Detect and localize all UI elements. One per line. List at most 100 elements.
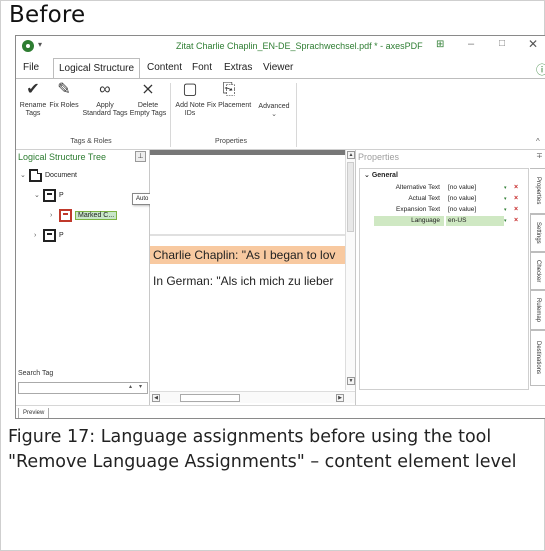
property-value[interactable]: [no value] [446,205,504,215]
auto-hide-pin-icon[interactable]: ⊥ [135,151,146,162]
search-previous-icon[interactable]: ▴ [129,383,132,390]
remove-icon[interactable]: × [514,183,518,193]
rename-tags-button[interactable]: ✔ Rename Tags [18,81,48,118]
quick-access-dropdown-icon[interactable]: ▾ [38,40,42,49]
add-note-ids-button[interactable]: ▢ Add Note IDs [172,81,208,118]
add-note-ids-icon: ▢ [182,81,198,98]
panel-title: Logical Structure Tree [18,152,107,162]
property-group-label: General [371,172,398,179]
menu-font[interactable]: Font [187,58,217,78]
group-label-properties: Properties [215,138,247,145]
scroll-up-icon[interactable]: ▲ [347,151,355,159]
dropdown-icon[interactable]: ▾ [504,183,507,193]
vertical-scrollbar[interactable]: ▲ ▼ [345,150,355,390]
paragraph-tag-icon [43,188,56,202]
delete-empty-tags-button[interactable]: ⨯ Delete Empty Tags [128,81,168,118]
add-note-ids-label: Add Note IDs [175,102,205,117]
tree-node-label: Document [45,172,77,179]
tab-rulemap[interactable]: Rulemap [530,290,545,330]
search-tag-input[interactable]: ▴ ▾ [18,382,148,394]
help-icon[interactable]: ⓘ [536,61,545,78]
tree-node-p[interactable]: ⌄ P [34,188,64,204]
property-row-alternative-text[interactable]: Alternative Text [no value] ▾ × [374,183,528,193]
tree-node-document[interactable]: ⌄ Document [20,168,77,184]
tab-settings[interactable]: Settings [530,214,545,252]
chevron-right-icon[interactable]: › [50,208,59,224]
minimize-button[interactable]: – [468,38,474,50]
rename-tags-icon: ✔ [26,81,40,98]
fix-roles-button[interactable]: ✎ Fix Roles [48,81,80,110]
property-value[interactable]: [no value] [446,183,504,193]
property-name: Language [374,216,444,226]
status-bar: Preview [16,405,545,418]
group-label-tags-roles: Tags & Roles [70,138,112,145]
window-title: Zitat Charlie Chaplin_EN-DE_Sprachwechse… [176,41,423,51]
menu-content[interactable]: Content [142,58,187,78]
tab-destinations[interactable]: Destinations [530,330,545,386]
maximize-button[interactable]: □ [499,38,505,49]
chevron-down-icon[interactable]: ⌄ [34,188,43,204]
tab-properties[interactable]: Properties [530,168,545,214]
property-grid: ⌄ General Alternative Text [no value] ▾ … [359,168,529,390]
property-row-expansion-text[interactable]: Expansion Text [no value] ▾ × [374,205,528,215]
apply-standard-tags-button[interactable]: ∞ Apply Standard Tags [82,81,128,118]
tree-node-marked-content[interactable]: › Marked C... [50,208,118,224]
chevron-right-icon[interactable]: › [34,228,43,244]
property-group-general[interactable]: ⌄ General [364,171,398,179]
tab-preview[interactable]: Preview [18,408,50,418]
chevron-down-icon[interactable]: ⌄ [20,168,29,184]
close-button[interactable]: ✕ [528,37,538,51]
document-view: Charlie Chaplin: "As I began to lov In G… [150,150,355,405]
horizontal-scroll-thumb[interactable] [180,394,240,402]
advanced-label: Advanced [258,103,290,110]
scroll-left-icon[interactable]: ◀ [152,394,160,402]
side-tab-strip: Properties Settings Checker Rulemap Dest… [530,168,545,390]
remove-icon[interactable]: × [514,194,518,204]
highlighted-text-line[interactable]: Charlie Chaplin: "As I began to lov [150,246,346,264]
fix-placement-label: Fix Placement [206,102,252,109]
property-row-language[interactable]: Language en-US ▾ × [374,216,528,226]
property-row-actual-text[interactable]: Actual Text [no value] ▾ × [374,194,528,204]
app-logo-icon[interactable] [22,40,34,52]
auto-hide-pin-icon[interactable]: ∓ [536,151,543,160]
dropdown-icon[interactable]: ▾ [504,216,507,226]
tree-node-p[interactable]: › P [34,228,64,244]
chevron-down-icon: ⌄ [271,111,277,118]
property-name: Actual Text [408,195,440,202]
layout-grid-icon[interactable]: ⊞ [436,39,444,50]
menu-logical-structure[interactable]: Logical Structure [53,58,141,79]
text-line[interactable]: In German: "Als ich mich zu lieber [150,272,346,290]
collapse-ribbon-icon[interactable]: ^ [536,137,540,146]
paragraph-tag-icon [43,228,56,242]
horizontal-scrollbar[interactable]: ◀ ▶ [150,391,355,403]
menu-file[interactable]: File [18,58,44,78]
page-divider [150,234,346,236]
tab-checker[interactable]: Checker [530,252,545,290]
scroll-right-icon[interactable]: ▶ [336,394,344,402]
property-name: Expansion Text [396,206,440,213]
scroll-down-icon[interactable]: ▼ [347,377,355,385]
apply-standard-tags-label: Apply Standard Tags [82,102,128,117]
advanced-button[interactable]: Advanced ⌄ [256,103,292,119]
chevron-down-icon[interactable]: ⌄ [364,172,370,179]
menu-viewer[interactable]: Viewer [258,58,298,78]
document-tag-icon [29,168,42,182]
remove-icon[interactable]: × [514,216,518,226]
remove-icon[interactable]: × [514,205,518,215]
search-dropdown-icon[interactable]: ▾ [139,383,142,390]
page-top-edge [150,150,346,155]
menu-bar: File Logical Structure Content Font Extr… [16,58,545,79]
dropdown-icon[interactable]: ▾ [504,194,507,204]
vertical-scroll-thumb[interactable] [347,162,354,232]
marked-content-icon [59,208,72,222]
figure-frame: Before ▾ Zitat Charlie Chaplin_EN-DE_Spr… [0,0,545,551]
logical-structure-panel: Logical Structure Tree ⊥ ⌄ Document ⌄ P › M… [16,150,150,405]
dropdown-icon[interactable]: ▾ [504,205,507,215]
property-value[interactable]: en-US [446,216,504,226]
delete-empty-tags-icon: ⨯ [141,81,155,98]
menu-extras[interactable]: Extras [219,58,257,78]
ribbon: ✔ Rename Tags ✎ Fix Roles ∞ Apply Standa… [16,78,545,150]
property-value[interactable]: [no value] [446,194,504,204]
figure-caption: Figure 17: Language assignments before u… [8,427,517,472]
fix-placement-button[interactable]: ⎘ Fix Placement [206,81,252,110]
